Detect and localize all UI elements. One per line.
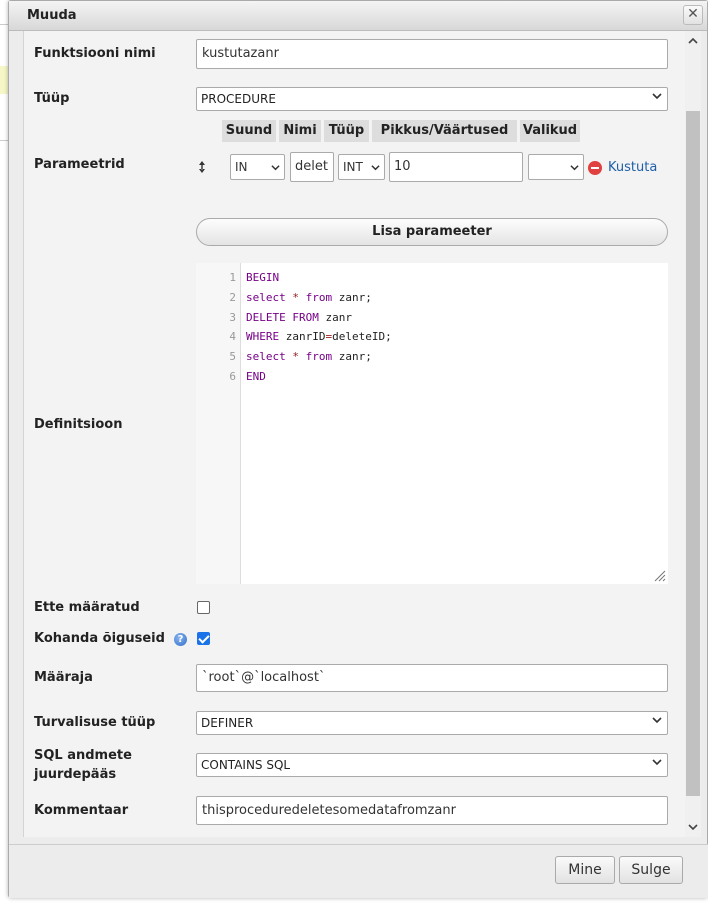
chevron-down-icon <box>570 165 579 171</box>
param-header-name: Nimi <box>279 120 321 142</box>
deterministic-checkbox[interactable] <box>197 601 210 614</box>
chevron-down-icon <box>652 717 662 724</box>
code-line: DELETE FROM zanr <box>246 311 352 324</box>
definition-editor[interactable]: 1 2 3 4 5 6 BEGIN select * from zanr; DE… <box>196 263 668 584</box>
adjust-privileges-label: Kohanda õiguseid <box>34 631 165 646</box>
line-number: 5 <box>229 350 236 363</box>
type-select-value: PROCEDURE <box>201 92 276 106</box>
code-line: BEGIN <box>246 271 280 284</box>
adjust-privileges-checkbox[interactable] <box>197 632 210 645</box>
line-number: 2 <box>229 291 236 304</box>
dialog-content: Funktsiooni nimi kustutazanr Tüüp PROCED… <box>23 31 685 837</box>
param-length-input[interactable]: 10 <box>389 152 523 182</box>
go-button[interactable]: Mine <box>555 856 615 884</box>
chevron-down-icon <box>652 93 662 100</box>
code-line: select * from zanr; <box>246 291 372 304</box>
delete-icon-bar <box>591 167 599 169</box>
definer-input[interactable]: `root`@`localhost` <box>196 664 668 692</box>
code-line: END <box>246 370 266 383</box>
scroll-up-icon[interactable] <box>685 33 701 49</box>
comment-label: Kommentaar <box>34 803 129 818</box>
chevron-down-icon <box>271 165 280 171</box>
content-scrollbar[interactable] <box>685 31 701 837</box>
param-header-type: Tüüp <box>324 120 369 142</box>
add-parameter-button[interactable]: Lisa parameeter <box>196 218 668 246</box>
routine-name-label: Funktsiooni nimi <box>34 46 156 61</box>
dialog-titlebar: Muuda ✕ <box>9 1 707 31</box>
security-type-value: DEFINER <box>201 716 254 730</box>
routine-name-input[interactable]: kustutazanr <box>196 39 668 69</box>
close-button[interactable]: Sulge <box>619 856 683 884</box>
scroll-down-icon[interactable] <box>685 819 701 835</box>
editor-gutter: 1 2 3 4 5 6 <box>196 263 241 584</box>
param-options-select[interactable] <box>528 154 584 180</box>
parameters-label: Parameetrid <box>34 157 125 172</box>
close-icon[interactable]: ✕ <box>683 5 703 25</box>
drag-handle-icon[interactable] <box>197 161 207 173</box>
type-select[interactable]: PROCEDURE <box>196 87 668 111</box>
edit-routine-dialog: Muuda ✕ Funktsiooni nimi kustutazanr Tüü… <box>8 0 708 898</box>
param-type-value: INT <box>343 160 363 174</box>
param-direction-select[interactable]: IN <box>230 154 285 180</box>
sql-access-value: CONTAINS SQL <box>201 758 291 772</box>
param-direction-value: IN <box>235 160 248 174</box>
param-name-input[interactable]: delet <box>290 152 334 182</box>
param-header-length: Pikkus/Väärtused <box>372 120 517 142</box>
definer-label: Määraja <box>34 670 93 685</box>
code-line: WHERE zanrID=deleteID; <box>246 330 392 343</box>
sql-access-label-line2: juurdepääs <box>34 767 117 782</box>
param-header-direction: Suund <box>222 120 276 142</box>
delete-icon[interactable] <box>588 161 602 175</box>
security-type-select[interactable]: DEFINER <box>196 711 668 735</box>
help-icon[interactable]: ? <box>174 633 187 646</box>
param-header-options: Valikud <box>520 120 580 142</box>
dialog-footer: Mine Sulge <box>9 844 708 898</box>
dialog-title: Muuda <box>27 8 77 23</box>
resize-grip-icon[interactable] <box>654 570 666 582</box>
param-type-select[interactable]: INT <box>338 154 385 180</box>
sql-access-label-line1: SQL andmete <box>34 748 132 763</box>
code-line: select * from zanr; <box>246 350 372 363</box>
sql-access-select[interactable]: CONTAINS SQL <box>196 753 668 777</box>
line-number: 4 <box>229 330 236 343</box>
scrollbar-thumb[interactable] <box>686 111 700 796</box>
line-number: 3 <box>229 311 236 324</box>
type-label: Tüüp <box>34 91 70 106</box>
delete-param-link[interactable]: Kustuta <box>608 160 657 175</box>
line-number: 1 <box>229 271 236 284</box>
line-number: 6 <box>229 370 236 383</box>
definition-label: Definitsioon <box>34 417 123 432</box>
comment-input[interactable]: thisproceduredeletesomedatafromzanr <box>196 796 668 825</box>
deterministic-label: Ette määratud <box>34 600 140 615</box>
chevron-down-icon <box>371 165 380 171</box>
chevron-down-icon <box>652 759 662 766</box>
security-type-label: Turvalisuse tüüp <box>34 715 156 730</box>
